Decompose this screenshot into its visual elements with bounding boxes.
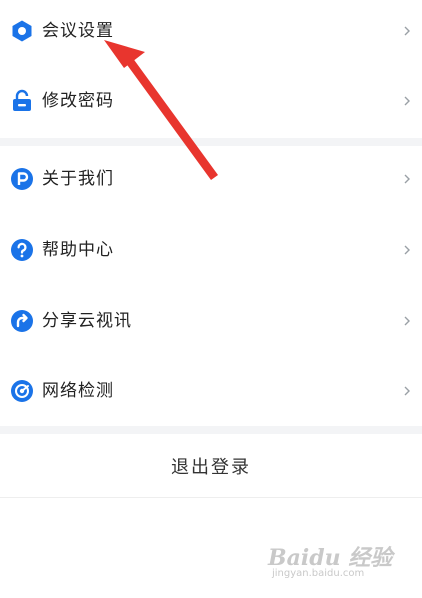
watermark: Baidu 经验 jingyan.baidu.com xyxy=(268,540,398,588)
chevron-right-icon xyxy=(402,172,412,186)
share-icon xyxy=(10,309,34,333)
chevron-right-icon xyxy=(402,314,412,328)
logout-button[interactable]: 退出登录 xyxy=(0,437,422,495)
menu-item-label: 分享云视讯 xyxy=(42,311,132,331)
logout-divider xyxy=(0,497,422,498)
menu-item-about-us[interactable]: 关于我们 xyxy=(0,151,422,207)
menu-item-label: 帮助中心 xyxy=(42,240,114,260)
logout-label: 退出登录 xyxy=(171,457,251,478)
menu-item-label: 修改密码 xyxy=(42,91,114,111)
menu-item-meeting-settings[interactable]: 会议设置 xyxy=(0,3,422,59)
chevron-right-icon xyxy=(402,94,412,108)
chevron-right-icon xyxy=(402,243,412,257)
lock-icon xyxy=(10,89,34,113)
menu-item-network-test[interactable]: 网络检测 xyxy=(0,363,422,419)
chevron-right-icon xyxy=(402,384,412,398)
network-icon xyxy=(10,379,34,403)
menu-item-help-center[interactable]: 帮助中心 xyxy=(0,222,422,278)
section-divider xyxy=(0,138,422,146)
menu-item-share[interactable]: 分享云视讯 xyxy=(0,293,422,349)
p-badge-icon xyxy=(10,167,34,191)
menu-item-label: 网络检测 xyxy=(42,381,114,401)
section-divider xyxy=(0,426,422,434)
menu-item-change-password[interactable]: 修改密码 xyxy=(0,73,422,129)
chevron-right-icon xyxy=(402,24,412,38)
settings-hex-icon xyxy=(10,19,34,43)
watermark-url: jingyan.baidu.com xyxy=(272,568,365,579)
question-icon xyxy=(10,238,34,262)
menu-item-label: 关于我们 xyxy=(42,169,114,189)
menu-item-label: 会议设置 xyxy=(42,21,114,41)
